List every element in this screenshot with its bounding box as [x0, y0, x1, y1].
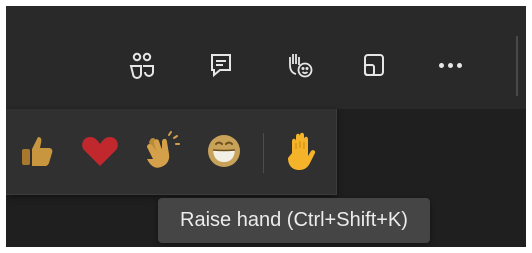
rooms-button[interactable]	[355, 46, 393, 84]
applause-reaction-button[interactable]	[137, 127, 185, 175]
chat-icon	[211, 54, 231, 78]
raise-hand-button[interactable]	[276, 127, 324, 175]
thumbs-up-icon	[22, 137, 53, 166]
rooms-icon	[364, 54, 384, 76]
like-reaction-button[interactable]	[14, 127, 62, 175]
people-icon	[129, 52, 154, 79]
raised-hand-icon	[288, 132, 316, 170]
chat-button[interactable]	[202, 46, 240, 84]
laugh-reaction-button[interactable]	[200, 127, 248, 175]
toolbar-divider	[516, 36, 518, 96]
react-button[interactable]	[281, 46, 319, 84]
people-button[interactable]	[123, 46, 161, 84]
reactions-panel	[6, 109, 337, 195]
heart-reaction-button[interactable]	[76, 127, 124, 175]
meeting-toolbar	[6, 6, 526, 109]
heart-icon	[82, 137, 118, 166]
more-options-icon[interactable]	[431, 46, 469, 84]
raise-hand-react-icon	[289, 54, 313, 78]
meeting-window: Raise hand (Ctrl+Shift+K)	[6, 6, 526, 247]
laughing-face-icon	[208, 135, 240, 167]
panel-divider	[263, 133, 264, 173]
raise-hand-tooltip: Raise hand (Ctrl+Shift+K)	[158, 198, 430, 243]
clapping-hands-icon	[147, 131, 180, 168]
